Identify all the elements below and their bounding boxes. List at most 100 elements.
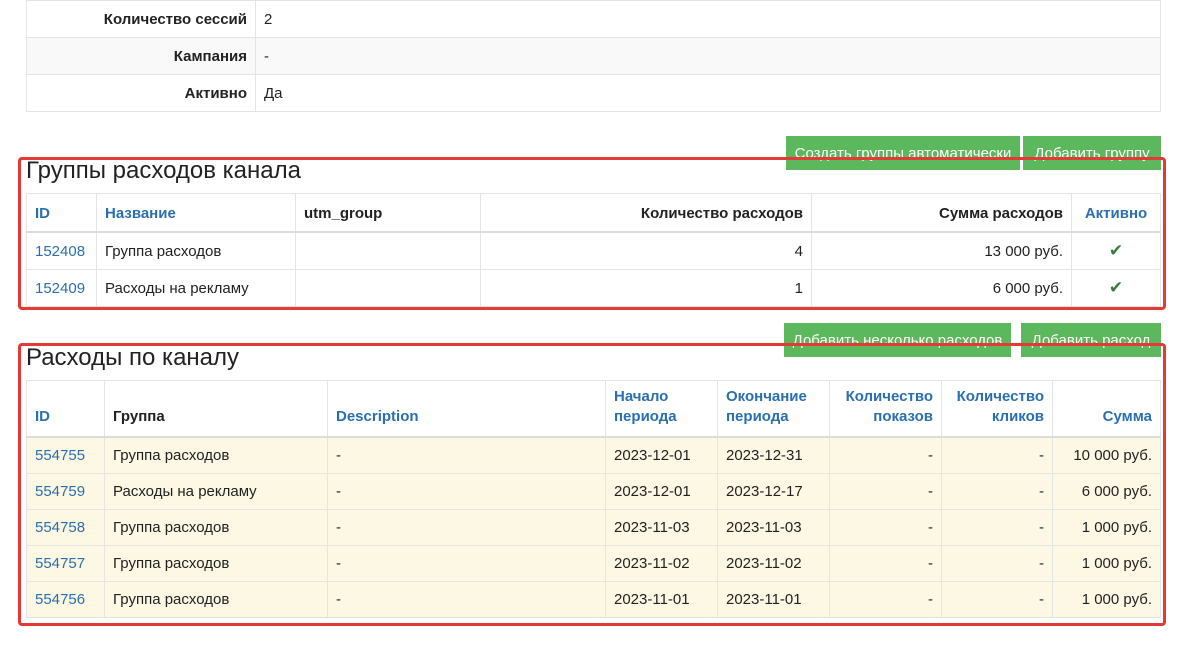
details-row: Активно Да <box>26 74 1161 112</box>
col-impressions[interactable]: Количество показов <box>829 380 942 438</box>
col-impressions-line1: Количество <box>845 388 933 405</box>
group-id-cell[interactable]: 152409 <box>26 269 97 307</box>
table-row: 554758 Группа расходов - 2023-11-03 2023… <box>26 509 1161 546</box>
group-id-link[interactable]: 152409 <box>35 280 85 297</box>
group-active-cell: ✔ <box>1071 232 1161 270</box>
expense-impressions-cell: - <box>829 473 942 510</box>
create-groups-auto-button[interactable]: Создать группы автоматически <box>786 136 1020 170</box>
table-row: 152408 Группа расходов 4 13 000 руб. ✔ <box>26 232 1161 270</box>
add-group-label: Добавить группу <box>1034 145 1150 162</box>
expense-group-cell: Группа расходов <box>104 581 328 618</box>
expense-id-cell[interactable]: 554756 <box>26 581 105 618</box>
col-sum[interactable]: Сумма <box>1052 380 1161 438</box>
expense-sum-cell: 6 000 руб. <box>1052 473 1161 510</box>
col-id[interactable]: ID <box>26 380 105 438</box>
col-active[interactable]: Активно <box>1071 193 1161 233</box>
details-label: Кампания <box>26 37 256 75</box>
expense-start-cell: 2023-12-01 <box>605 473 718 510</box>
expense-id-link[interactable]: 554759 <box>35 483 85 500</box>
expense-end-cell: 2023-11-03 <box>717 509 830 546</box>
add-group-button[interactable]: Добавить группу <box>1023 136 1161 170</box>
expense-id-link[interactable]: 554758 <box>35 519 85 536</box>
table-header-row: ID Название utm_group Количество расходо… <box>26 193 1161 233</box>
col-group: Группа <box>104 380 328 438</box>
expense-clicks-cell: - <box>941 545 1053 582</box>
groups-section-title: Группы расходов канала <box>26 157 301 184</box>
add-expense-label: Добавить расход <box>1031 332 1151 349</box>
col-period-start[interactable]: Начало периода <box>605 380 718 438</box>
expense-id-link[interactable]: 554757 <box>35 555 85 572</box>
table-row: 554759 Расходы на рекламу - 2023-12-01 2… <box>26 473 1161 510</box>
expense-description-cell: - <box>327 473 606 510</box>
checkmark-icon: ✔ <box>1108 278 1124 297</box>
expense-sum-cell: 10 000 руб. <box>1052 437 1161 474</box>
expense-sum-cell: 1 000 руб. <box>1052 545 1161 582</box>
add-multiple-expenses-label: Добавить несколько расходов <box>792 332 1003 349</box>
group-active-cell: ✔ <box>1071 269 1161 307</box>
col-description[interactable]: Description <box>327 380 606 438</box>
group-id-link[interactable]: 152408 <box>35 243 85 260</box>
expense-id-link[interactable]: 554755 <box>35 447 85 464</box>
group-name-cell: Группа расходов <box>96 232 296 270</box>
col-clicks-line2: кликов <box>991 408 1044 425</box>
col-period-end-line2: периода <box>726 408 789 425</box>
expense-clicks-cell: - <box>941 581 1053 618</box>
add-multiple-expenses-button[interactable]: Добавить несколько расходов <box>784 323 1011 357</box>
col-period-start-line1: Начало <box>614 388 669 405</box>
col-name[interactable]: Название <box>96 193 296 233</box>
table-header-row: ID Группа Description Начало периода Око… <box>26 380 1161 438</box>
expense-id-cell[interactable]: 554758 <box>26 509 105 546</box>
expense-group-cell: Группа расходов <box>104 437 328 474</box>
expense-group-cell: Группа расходов <box>104 545 328 582</box>
col-clicks[interactable]: Количество кликов <box>941 380 1053 438</box>
expense-description-cell: - <box>327 509 606 546</box>
expense-id-link[interactable]: 554756 <box>35 591 85 608</box>
channel-details-table: Количество сессий 2 Кампания - Активно Д… <box>26 0 1161 112</box>
group-count-cell: 4 <box>480 232 812 270</box>
expense-impressions-cell: - <box>829 545 942 582</box>
group-id-cell[interactable]: 152408 <box>26 232 97 270</box>
group-utm-cell <box>295 232 481 270</box>
expense-description-cell: - <box>327 437 606 474</box>
expense-description-cell: - <box>327 545 606 582</box>
expense-clicks-cell: - <box>941 509 1053 546</box>
expense-impressions-cell: - <box>829 437 942 474</box>
col-period-end[interactable]: Окончание периода <box>717 380 830 438</box>
table-row: 152409 Расходы на рекламу 1 6 000 руб. ✔ <box>26 269 1161 307</box>
table-row: 554757 Группа расходов - 2023-11-02 2023… <box>26 545 1161 582</box>
col-expense-count: Количество расходов <box>480 193 812 233</box>
expense-group-cell: Группа расходов <box>104 509 328 546</box>
create-groups-auto-label: Создать группы автоматически <box>794 145 1012 162</box>
expense-id-cell[interactable]: 554759 <box>26 473 105 510</box>
expense-clicks-cell: - <box>941 437 1053 474</box>
table-row: 554756 Группа расходов - 2023-11-01 2023… <box>26 581 1161 618</box>
expense-id-cell[interactable]: 554757 <box>26 545 105 582</box>
details-value: 2 <box>255 0 1161 38</box>
expense-sum-cell: 1 000 руб. <box>1052 509 1161 546</box>
expense-description-cell: - <box>327 581 606 618</box>
expense-groups-table: ID Название utm_group Количество расходо… <box>26 193 1161 307</box>
col-expense-sum: Сумма расходов <box>811 193 1072 233</box>
group-sum-cell: 6 000 руб. <box>811 269 1072 307</box>
details-label: Активно <box>26 74 256 112</box>
col-impressions-line2: показов <box>873 408 933 425</box>
col-clicks-line1: Количество <box>956 388 1044 405</box>
group-utm-cell <box>295 269 481 307</box>
expense-impressions-cell: - <box>829 509 942 546</box>
expense-end-cell: 2023-11-02 <box>717 545 830 582</box>
expense-start-cell: 2023-12-01 <box>605 437 718 474</box>
expense-end-cell: 2023-11-01 <box>717 581 830 618</box>
col-utm-group: utm_group <box>295 193 481 233</box>
details-label: Количество сессий <box>26 0 256 38</box>
expense-end-cell: 2023-12-31 <box>717 437 830 474</box>
expense-clicks-cell: - <box>941 473 1053 510</box>
add-expense-button[interactable]: Добавить расход <box>1021 323 1161 357</box>
details-row: Количество сессий 2 <box>26 0 1161 38</box>
channel-expenses-table: ID Группа Description Начало периода Око… <box>26 380 1161 618</box>
col-id[interactable]: ID <box>26 193 97 233</box>
col-period-end-line1: Окончание <box>726 388 807 405</box>
expense-end-cell: 2023-12-17 <box>717 473 830 510</box>
checkmark-icon: ✔ <box>1108 241 1124 260</box>
group-sum-cell: 13 000 руб. <box>811 232 1072 270</box>
expense-id-cell[interactable]: 554755 <box>26 437 105 474</box>
